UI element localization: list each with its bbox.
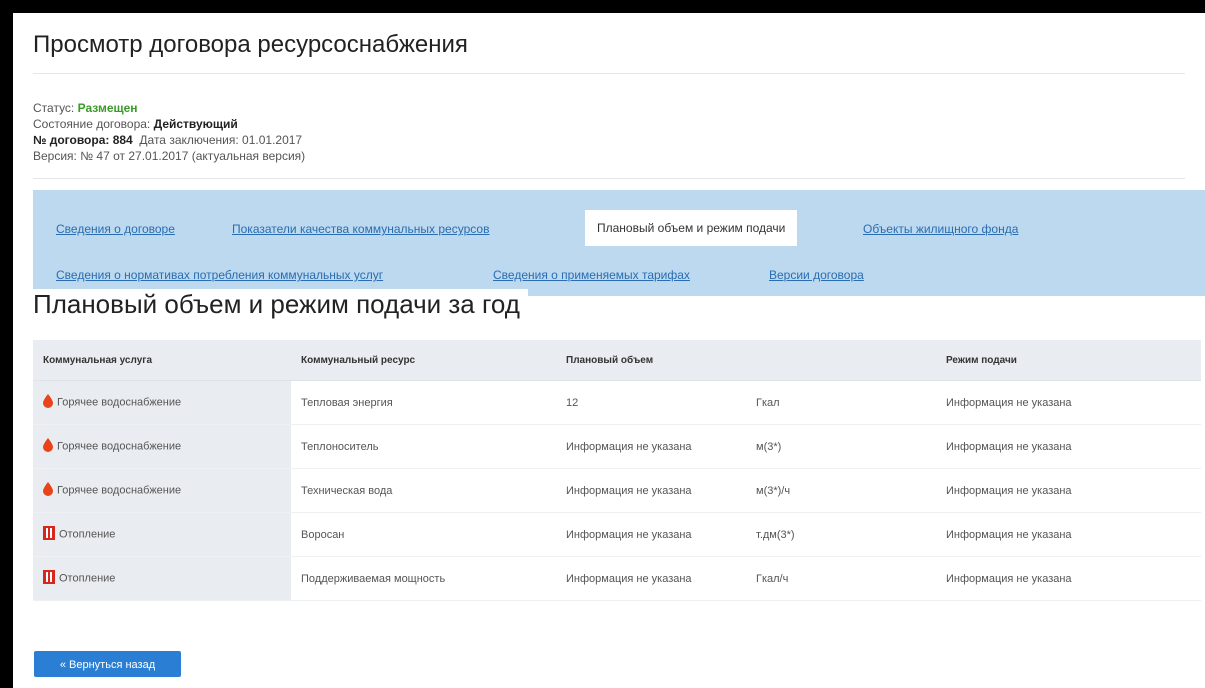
divider xyxy=(33,178,1185,179)
table-header-row: Коммунальная услуга Коммунальный ресурс … xyxy=(33,340,1201,381)
service-cell: Горячее водоснабжение xyxy=(33,468,291,513)
water-drop-icon xyxy=(43,394,53,411)
state-value: Действующий xyxy=(153,117,238,131)
unit-cell: м(3*) xyxy=(746,424,936,469)
service-name: Горячее водоснабжение xyxy=(57,484,182,497)
status-label: Статус: xyxy=(33,101,75,115)
service-cell: Горячее водоснабжение xyxy=(33,424,291,469)
contract-number: № договора: 884 xyxy=(33,133,133,147)
resource-cell: Техническая вода xyxy=(291,468,556,513)
unit-cell: т.дм(3*) xyxy=(746,512,936,557)
volume-cell: 12 xyxy=(556,380,746,425)
volume-cell: Информация не указана xyxy=(556,424,746,469)
tab-planned-volume[interactable]: Плановый объем и режим подачи xyxy=(585,210,798,246)
volume-cell: Информация не указана xyxy=(556,468,746,513)
tab-versions[interactable]: Версии договора xyxy=(769,268,864,282)
contract-info: Статус: Размещен Состояние договора: Дей… xyxy=(33,100,305,164)
water-drop-icon xyxy=(43,482,53,499)
unit-cell: м(3*)/ч xyxy=(746,468,936,513)
version-text: Версия: № 47 от 27.01.2017 (актуальная в… xyxy=(33,149,306,163)
service-name: Отопление xyxy=(59,528,116,541)
tab-consumption-standards[interactable]: Сведения о нормативах потребления коммун… xyxy=(56,268,383,282)
resource-cell: Тепловая энергия xyxy=(291,380,556,425)
section-title: Плановый объем и режим подачи за год xyxy=(33,289,528,320)
status-badge: Размещен xyxy=(77,101,138,115)
tab-housing-objects[interactable]: Объекты жилищного фонда xyxy=(863,222,1018,236)
header-resource: Коммунальный ресурс xyxy=(291,340,556,381)
state-label: Состояние договора: xyxy=(33,117,151,131)
status-row: Статус: Размещен xyxy=(33,100,305,116)
mode-cell: Информация не указана xyxy=(936,424,1201,469)
page-frame: Просмотр договора ресурсоснабжения Стату… xyxy=(13,13,1205,688)
service-name: Горячее водоснабжение xyxy=(57,396,182,409)
mode-cell: Информация не указана xyxy=(936,380,1201,425)
volume-cell: Информация не указана xyxy=(556,556,746,601)
version-row: Версия: № 47 от 27.01.2017 (актуальная в… xyxy=(33,148,305,164)
table-row: Отопление Поддерживаемая мощность Информ… xyxy=(33,556,1201,601)
water-drop-icon xyxy=(43,438,53,455)
tab-tariffs[interactable]: Сведения о применяемых тарифах xyxy=(493,268,690,282)
tab-quality-indicators[interactable]: Показатели качества коммунальных ресурсо… xyxy=(232,222,489,236)
tab-bar: Сведения о договоре Показатели качества … xyxy=(33,190,1205,296)
date-value: 01.01.2017 xyxy=(242,133,303,147)
header-unit xyxy=(746,340,936,381)
table-row: Горячее водоснабжение Техническая вода И… xyxy=(33,468,1201,513)
service-name: Горячее водоснабжение xyxy=(57,440,182,453)
service-cell: Горячее водоснабжение xyxy=(33,380,291,425)
mode-cell: Информация не указана xyxy=(936,512,1201,557)
number-row: № договора: 884 Дата заключения: 01.01.2… xyxy=(33,132,305,148)
mode-cell: Информация не указана xyxy=(936,468,1201,513)
service-name: Отопление xyxy=(59,572,116,585)
planned-volume-table: Коммунальная услуга Коммунальный ресурс … xyxy=(33,340,1201,601)
state-row: Состояние договора: Действующий xyxy=(33,116,305,132)
mode-cell: Информация не указана xyxy=(936,556,1201,601)
service-cell: Отопление xyxy=(33,556,291,601)
header-volume: Плановый объем xyxy=(556,340,746,381)
radiator-icon xyxy=(43,570,55,587)
resource-cell: Воросан xyxy=(291,512,556,557)
table-row: Отопление Воросан Информация не указана … xyxy=(33,512,1201,557)
date-label: Дата заключения: xyxy=(139,133,239,147)
radiator-icon xyxy=(43,526,55,543)
header-mode: Режим подачи xyxy=(936,340,1201,381)
resource-cell: Теплоноситель xyxy=(291,424,556,469)
divider xyxy=(33,73,1185,74)
unit-cell: Гкал xyxy=(746,380,936,425)
table-row: Горячее водоснабжение Теплоноситель Инфо… xyxy=(33,424,1201,469)
volume-cell: Информация не указана xyxy=(556,512,746,557)
header-service: Коммунальная услуга xyxy=(33,340,291,381)
back-button[interactable]: « Вернуться назад xyxy=(34,651,181,677)
resource-cell: Поддерживаемая мощность xyxy=(291,556,556,601)
unit-cell: Гкал/ч xyxy=(746,556,936,601)
page-title: Просмотр договора ресурсоснабжения xyxy=(33,31,468,58)
table-row: Горячее водоснабжение Тепловая энергия 1… xyxy=(33,380,1201,425)
tab-contract-info[interactable]: Сведения о договоре xyxy=(56,222,175,236)
service-cell: Отопление xyxy=(33,512,291,557)
